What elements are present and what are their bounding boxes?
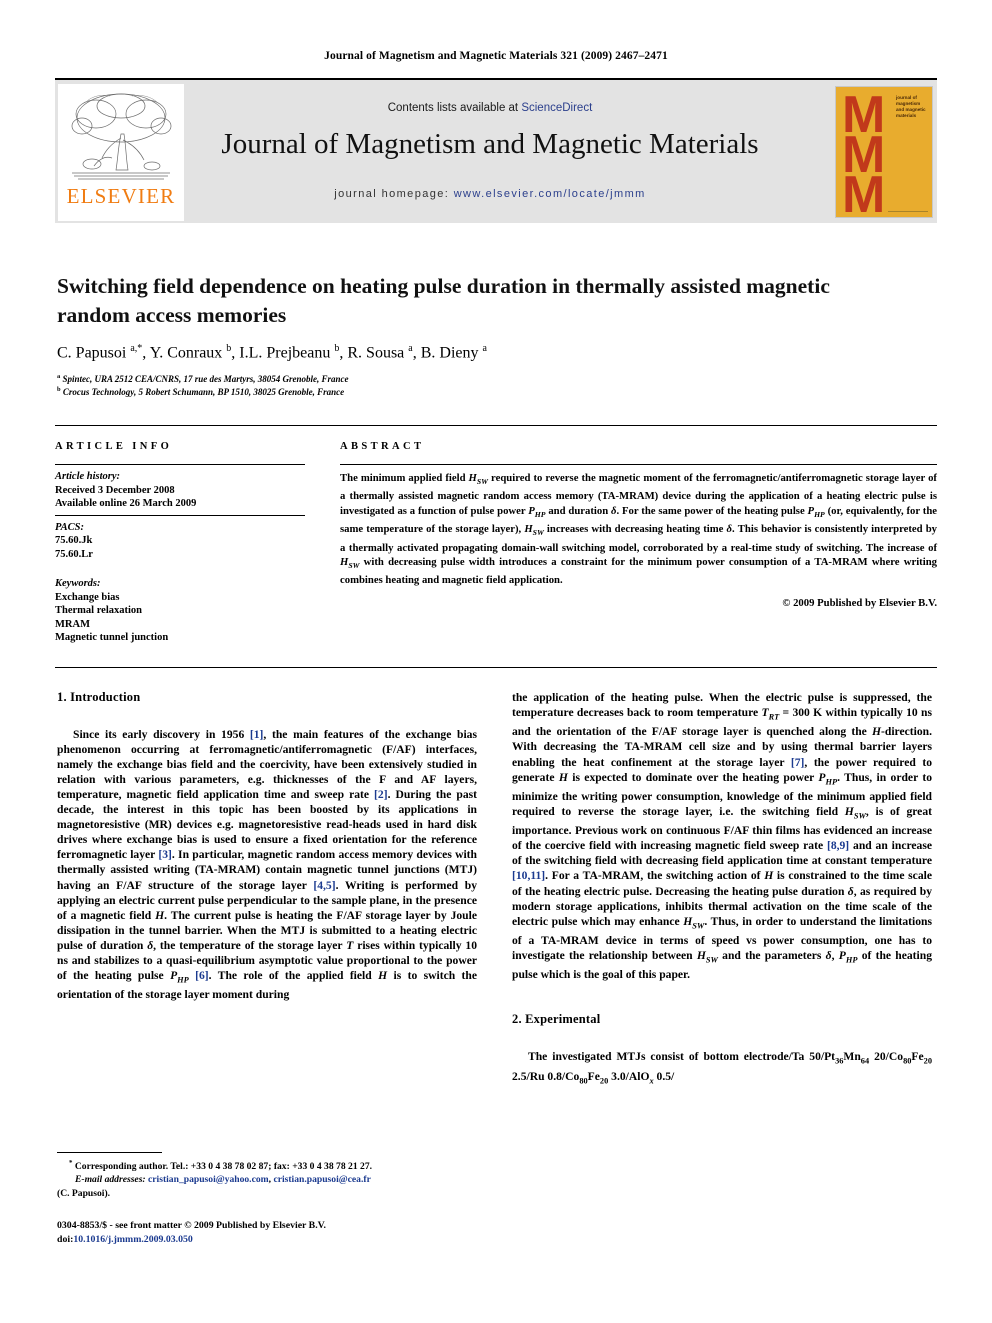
email-addresses-line: E-mail addresses: cristian_papusoi@yahoo…	[75, 1174, 371, 1186]
keyword-item: Thermal relaxation	[55, 605, 143, 616]
received-date: Received 3 December 2008	[55, 484, 175, 496]
issn-footer: 0304-8853/$ - see front matter © 2009 Pu…	[57, 1219, 487, 1246]
article-history-group: Article history: Received 3 December 200…	[55, 470, 305, 511]
pacs-code: 75.60.Jk	[55, 535, 93, 546]
divider	[55, 464, 305, 465]
pacs-code: 75.60.Lr	[55, 548, 93, 560]
article-title: Switching field dependence on heating pu…	[57, 274, 830, 328]
article-info-column: ARTICLE INFO Article history: Received 3…	[55, 426, 305, 667]
cover-footer-strip	[888, 211, 928, 213]
corresponding-author-line: * Corresponding author. Tel.: +33 0 4 38…	[69, 1160, 373, 1173]
journal-homepage-line: journal homepage: www.elsevier.com/locat…	[185, 188, 795, 200]
email-attribution: (C. Papusoi).	[57, 1187, 111, 1199]
issn-front-matter: 0304-8853/$ - see front matter © 2009 Pu…	[57, 1220, 326, 1231]
author-list: C. Papusoi a,*, Y. Conraux b, I.L. Prejb…	[57, 343, 487, 362]
running-head: Journal of Magnetism and Magnetic Materi…	[324, 50, 668, 62]
elsevier-wordmark: ELSEVIER	[66, 184, 176, 208]
cover-letter-m-3: M	[842, 166, 886, 218]
keyword-item: Exchange bias	[55, 591, 120, 603]
introduction-paragraph-continued: the application of the heating pulse. Wh…	[512, 691, 933, 982]
info-abstract-band: ARTICLE INFO Article history: Received 3…	[55, 425, 937, 668]
footnote-rule	[57, 1152, 162, 1153]
pacs-group: PACS: 75.60.Jk 75.60.Lr	[55, 521, 305, 562]
experimental-paragraph: The investigated MTJs consist of bottom …	[512, 1050, 932, 1086]
available-online-date: Available online 26 March 2009	[55, 498, 197, 509]
elsevier-tree-icon	[66, 88, 176, 183]
abstract-heading: ABSTRACT	[340, 441, 425, 452]
journal-masthead: ELSEVIER Contents lists available at Sci…	[55, 78, 937, 223]
section-heading-experimental: 2. Experimental	[512, 1012, 601, 1027]
contents-lists-line: Contents lists available at ScienceDirec…	[185, 102, 795, 114]
elsevier-logo: ELSEVIER	[58, 84, 184, 221]
divider	[55, 514, 305, 516]
doi-label: doi:	[57, 1233, 74, 1245]
contents-lists-prefix: Contents lists available at	[387, 102, 522, 114]
abstract-column: ABSTRACT The minimum applied field HSW r…	[340, 426, 937, 667]
affiliation-b-text: Crocus Technology, 5 Robert Schumann, BP…	[62, 387, 345, 397]
homepage-url-link[interactable]: www.elsevier.com/locate/jmmm	[454, 188, 646, 200]
cover-title-text: journal of magnetism and magnetic materi…	[896, 95, 926, 118]
article-info-heading: ARTICLE INFO	[55, 441, 173, 452]
keyword-item: Magnetic tunnel junction	[55, 632, 169, 643]
body-column-left: 1. Introduction Since its early discover…	[57, 690, 477, 1002]
body-column-right: the application of the heating pulse. Wh…	[512, 690, 932, 1088]
affiliation-b: b Crocus Technology, 5 Robert Schumann, …	[57, 386, 345, 397]
affiliation-a-text: Spintec, URA 2512 CEA/CNRS, 17 rue des M…	[62, 374, 349, 384]
doi-line: doi:10.1016/j.jmmm.2009.03.050	[57, 1233, 487, 1247]
keyword-item: MRAM	[55, 618, 90, 630]
corresponding-author-footnote: * Corresponding author. Tel.: +33 0 4 38…	[57, 1152, 477, 1200]
abstract-text: The minimum applied field HSW required t…	[340, 472, 938, 587]
divider	[340, 464, 937, 465]
journal-title: Journal of Magnetism and Magnetic Materi…	[221, 128, 759, 160]
doi-link[interactable]: 10.1016/j.jmmm.2009.03.050	[73, 1234, 192, 1245]
pacs-label: PACS:	[55, 521, 84, 533]
article-page: Journal of Magnetism and Magnetic Materi…	[0, 0, 992, 1323]
section-heading-introduction: 1. Introduction	[57, 690, 141, 704]
journal-cover-thumbnail: M M M journal of magnetism and magnetic …	[835, 86, 933, 218]
keywords-label: Keywords:	[55, 578, 101, 589]
abstract-copyright: © 2009 Published by Elsevier B.V.	[782, 596, 937, 609]
cover-mmm-logo: M M M	[842, 89, 902, 217]
sciencedirect-link[interactable]: ScienceDirect	[521, 102, 592, 114]
introduction-paragraph: Since its early discovery in 1956 [1], t…	[57, 728, 477, 1002]
keywords-group: Keywords: Exchange bias Thermal relaxati…	[55, 577, 305, 645]
article-history-label: Article history:	[55, 471, 121, 482]
homepage-label: journal homepage:	[334, 188, 454, 200]
